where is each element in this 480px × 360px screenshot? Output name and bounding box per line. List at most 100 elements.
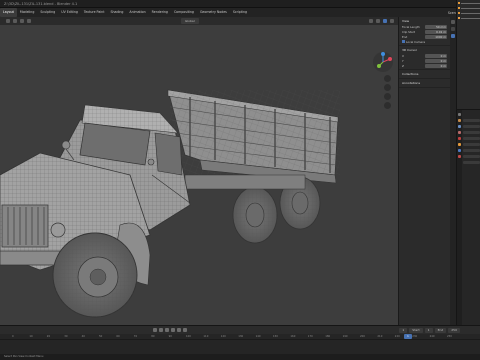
world-props-icon[interactable] bbox=[458, 137, 461, 140]
collection-icon bbox=[458, 7, 460, 9]
view-menu-icon[interactable] bbox=[13, 19, 17, 23]
ruler-tick-label: 70 bbox=[133, 335, 138, 338]
workspace-tab[interactable]: UV Editing bbox=[58, 8, 81, 17]
navigation-gizmo[interactable] bbox=[372, 51, 394, 73]
truck-render bbox=[0, 89, 340, 318]
ruler-tick-label: 40 bbox=[81, 335, 85, 338]
transform-orientation-dropdown[interactable]: Global bbox=[181, 18, 199, 24]
workspace-tab[interactable]: Compositing bbox=[171, 8, 197, 17]
clip-start-field[interactable]: 0.01 m bbox=[425, 29, 447, 34]
prop-row: Local Camera bbox=[402, 39, 447, 44]
editor-type-icon[interactable] bbox=[6, 19, 10, 23]
collections-section: Collections bbox=[399, 70, 450, 79]
title-bar: Z:\3D\ZIL-131\ZIL-131.blend - Blender 4.… bbox=[0, 0, 480, 8]
ruler-tick-label: 160 bbox=[290, 335, 296, 338]
focal-length-field[interactable]: 50 mm bbox=[425, 24, 447, 29]
prop-row: Focal Length 50 mm bbox=[402, 24, 447, 29]
xray-icon[interactable] bbox=[376, 19, 380, 23]
annotations-section: Annotations bbox=[399, 79, 450, 88]
ruler-tick-label: 50 bbox=[99, 335, 103, 338]
ruler-tick-label: 100 bbox=[186, 335, 191, 338]
ruler-tick-label: 20 bbox=[46, 335, 51, 338]
outliner-row[interactable] bbox=[458, 11, 480, 15]
next-keyframe-icon[interactable] bbox=[177, 328, 181, 332]
editor-mode-icons bbox=[6, 19, 31, 23]
3d-viewport[interactable] bbox=[0, 25, 398, 325]
workspace-tab[interactable]: Rendering bbox=[149, 8, 171, 17]
solid-shading-icon[interactable] bbox=[383, 19, 387, 23]
cargo-bed bbox=[167, 89, 340, 184]
zoom-icon[interactable] bbox=[384, 75, 391, 82]
properties-editor bbox=[457, 110, 480, 325]
render-props-icon[interactable] bbox=[458, 119, 461, 122]
tool-tab-icon[interactable] bbox=[451, 27, 455, 31]
camera-view-icon[interactable] bbox=[384, 93, 391, 100]
play-icon[interactable] bbox=[171, 328, 175, 332]
modifier-props-icon[interactable] bbox=[458, 149, 461, 152]
collection-icon bbox=[458, 2, 460, 4]
workspace-tab[interactable]: Scripting bbox=[230, 8, 250, 17]
workspace-tab[interactable]: Texture Paint bbox=[81, 8, 108, 17]
overlay-icon[interactable] bbox=[369, 19, 373, 23]
workspace-tab[interactable]: Geometry Nodes bbox=[197, 8, 230, 17]
workspace-tab[interactable]: Animation bbox=[126, 8, 148, 17]
current-frame-field[interactable]: 1 bbox=[399, 327, 408, 333]
clip-end-field[interactable]: 1000 m bbox=[425, 34, 447, 39]
checkbox-icon[interactable] bbox=[402, 40, 405, 43]
playhead[interactable]: 1 bbox=[404, 334, 412, 339]
outliner[interactable] bbox=[457, 0, 480, 110]
jump-start-icon[interactable] bbox=[153, 328, 157, 332]
playback-controls bbox=[153, 328, 187, 332]
outliner-row[interactable] bbox=[458, 1, 480, 5]
start-frame-field[interactable]: 1 bbox=[424, 327, 433, 333]
ruler-tick-label: 130 bbox=[238, 335, 244, 338]
pan-icon[interactable] bbox=[384, 84, 391, 91]
ruler-tick-label: 250 bbox=[447, 335, 452, 338]
end-label: End bbox=[434, 327, 447, 333]
workspace-tab[interactable]: Modeling bbox=[17, 8, 38, 17]
cursor-z-field[interactable]: 0 m bbox=[425, 63, 447, 68]
cursor-x-field[interactable]: 0 m bbox=[425, 53, 447, 58]
sidebar-n-panel: View Focal Length 50 mm Clip Start 0.01 m … bbox=[398, 17, 450, 325]
workspace-tab[interactable]: Layout bbox=[0, 8, 17, 17]
scene-props-icon[interactable] bbox=[458, 131, 461, 134]
ruler-tick-label: 140 bbox=[255, 335, 261, 338]
workspace-tabs: Layout Modeling Sculpting UV Editing Texture… bbox=[0, 8, 250, 17]
select-menu-icon[interactable] bbox=[20, 19, 24, 23]
tool-props-icon[interactable] bbox=[458, 113, 461, 116]
view-tab-icon[interactable] bbox=[451, 34, 455, 38]
start-label: Start bbox=[409, 327, 423, 333]
jump-end-icon[interactable] bbox=[183, 328, 187, 332]
workspace-tab[interactable]: Shading bbox=[107, 8, 126, 17]
add-menu-icon[interactable] bbox=[27, 19, 31, 23]
ruler-tick-label: 230 bbox=[412, 335, 418, 338]
workspace-tab[interactable]: Sculpting bbox=[37, 8, 58, 17]
status-bar: Select Pan View Context Menu bbox=[0, 354, 480, 360]
prev-keyframe-icon[interactable] bbox=[159, 328, 163, 332]
cursor-y-field[interactable]: 0 m bbox=[425, 58, 447, 63]
outliner-row[interactable] bbox=[458, 6, 480, 10]
view-section: View Focal Length 50 mm Clip Start 0.01 m … bbox=[399, 17, 450, 46]
material-shading-icon[interactable] bbox=[390, 19, 394, 23]
output-props-icon[interactable] bbox=[458, 125, 461, 128]
right-editors bbox=[456, 0, 480, 325]
play-reverse-icon[interactable] bbox=[165, 328, 169, 332]
viewport-header: Global bbox=[0, 17, 398, 25]
item-tab-icon[interactable] bbox=[451, 20, 455, 24]
outliner-row[interactable] bbox=[458, 16, 480, 20]
object-icon bbox=[458, 17, 460, 19]
ruler-tick-label: 170 bbox=[307, 335, 313, 338]
object-props-icon[interactable] bbox=[458, 143, 461, 146]
section-title-collections[interactable]: Collections bbox=[402, 71, 447, 77]
ruler-tick-label: 240 bbox=[429, 335, 435, 338]
properties-list bbox=[463, 116, 480, 167]
end-frame-field[interactable]: 250 bbox=[448, 327, 460, 333]
ruler-tick-label: 120 bbox=[220, 335, 226, 338]
collection-icon bbox=[458, 12, 460, 14]
material-props-icon[interactable] bbox=[458, 155, 461, 158]
ruler-tick-label: 190 bbox=[342, 335, 348, 338]
rear-axle bbox=[184, 174, 321, 244]
ortho-toggle-icon[interactable] bbox=[384, 102, 391, 109]
ruler-tick-label: 60 bbox=[116, 335, 120, 338]
section-title-annotations[interactable]: Annotations bbox=[402, 80, 447, 86]
